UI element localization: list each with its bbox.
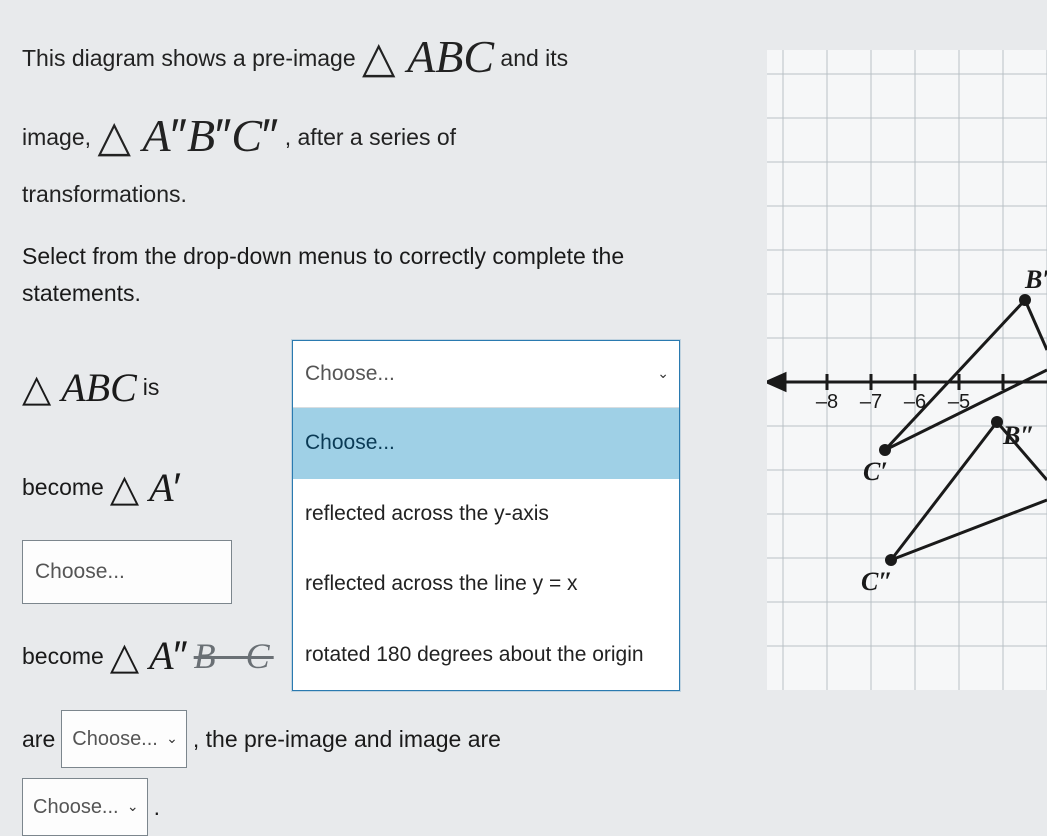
text-period: .	[154, 780, 160, 835]
dropdown-option-placeholder[interactable]: Choose...	[293, 408, 679, 478]
label-b-double-prime: B″	[1002, 421, 1035, 450]
chevron-down-icon: ⌄	[127, 791, 139, 825]
dropdown-header[interactable]: Choose... ⌄	[293, 341, 679, 408]
text-become: become	[22, 629, 104, 684]
instruction-text: Select from the drop-down menus to corre…	[22, 243, 624, 269]
transformation-2-dropdown[interactable]: Choose...	[22, 540, 232, 604]
transformation-1-dropdown-open[interactable]: Choose... ⌄ Choose... reflected across t…	[292, 340, 680, 691]
triangle-a-double-prime: △ A″	[110, 608, 188, 704]
intro-paragraph: This diagram shows a pre-image △ ABC and…	[22, 18, 750, 214]
intro-text: and its	[500, 45, 568, 71]
dropdown-placeholder: Choose...	[35, 560, 125, 583]
tick-minus-7: –7	[860, 391, 882, 413]
chevron-down-icon: ⌄	[657, 357, 669, 391]
triangle-abc: △ ABC	[22, 340, 137, 436]
triangle-abc-symbol: △ ABC	[362, 31, 494, 82]
dropdown-option-reflect-y[interactable]: reflected across the y-axis	[293, 479, 679, 549]
coordinate-graph: –8 –7 –6 –5	[767, 50, 1047, 690]
fill-in-blank-area: Choose... ⌄ Choose... reflected across t…	[22, 340, 750, 836]
triangle-a2b2c2-symbol: △ A″B″C″	[97, 110, 278, 161]
instruction-paragraph: Select from the drop-down menus to corre…	[22, 238, 750, 312]
statement-line-6: Choose... ⌄ .	[22, 778, 750, 836]
text-preimage: , the pre-image and image are	[193, 712, 501, 767]
label-c-prime: C′	[863, 457, 888, 486]
rigid-dropdown[interactable]: Choose... ⌄	[61, 710, 187, 768]
dropdown-placeholder: Choose...	[72, 728, 158, 750]
congruent-dropdown[interactable]: Choose... ⌄	[22, 778, 148, 836]
intro-text: image,	[22, 124, 97, 150]
label-c-double-prime: C″	[861, 567, 893, 596]
bc-fragment: B C	[194, 613, 274, 699]
dropdown-option-rotate-180[interactable]: rotated 180 degrees about the origin	[293, 620, 679, 690]
intro-text: This diagram shows a pre-image	[22, 45, 362, 71]
dropdown-placeholder: Choose...	[305, 362, 395, 385]
intro-text: , after a series of	[285, 124, 456, 150]
question-text-panel: This diagram shows a pre-image △ ABC and…	[0, 0, 760, 731]
graph-panel: –8 –7 –6 –5	[760, 0, 1047, 731]
chevron-down-icon: ⌄	[166, 723, 178, 757]
dropdown-placeholder: Choose...	[33, 796, 119, 818]
intro-text: transformations.	[22, 181, 187, 207]
tick-minus-8: –8	[816, 391, 838, 413]
statement-line-5: are Choose... ⌄ , the pre-image and imag…	[22, 710, 750, 768]
dropdown-option-reflect-yx[interactable]: reflected across the line y = x	[293, 549, 679, 619]
label-b-prime: B′	[1024, 265, 1047, 294]
text-are: are	[22, 712, 55, 767]
text-become: become	[22, 460, 104, 515]
triangle-a-prime: △ A′	[110, 440, 181, 536]
instruction-text: statements.	[22, 280, 141, 306]
text-is: is	[143, 360, 160, 415]
